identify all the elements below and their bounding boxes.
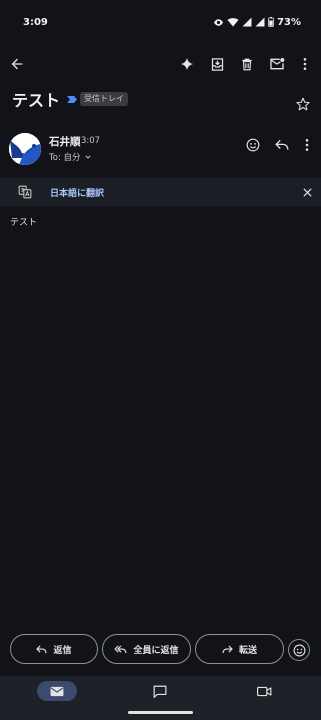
message-more-button[interactable] [295,133,319,157]
email-subject: テスト [12,91,61,110]
subject-row: テスト 受信トレイ [12,88,321,110]
reply-all-icon [114,645,127,653]
emoji-icon [246,138,260,152]
reply-icon [36,645,48,653]
signal-icon [242,17,252,27]
archive-button[interactable] [205,52,229,76]
star-icon [296,97,310,111]
message-time: 3:07 [81,136,101,146]
more-vert-icon [303,58,307,70]
nav-chat[interactable] [149,681,171,701]
translate-link[interactable]: 日本語に翻訳 [50,186,104,199]
sender-row: 石井順 3:07 To: 自分 [0,130,321,170]
message-body: テスト [10,218,38,228]
battery-percent: 73% [277,16,301,28]
reply-label: 返信 [53,645,72,656]
mark-unread-button[interactable] [265,52,289,76]
signal-icon-2 [255,17,265,27]
status-time: 3:09 [23,16,48,28]
star-button[interactable] [291,92,315,116]
reply-all-button[interactable]: 全員に返信 [102,634,191,664]
video-call-icon [256,686,271,696]
archive-icon [211,57,223,71]
gemini-button[interactable] [175,52,199,76]
home-indicator[interactable] [128,711,193,714]
avatar[interactable] [9,133,41,165]
close-translate-button[interactable] [295,180,319,204]
emoji-icon [293,644,305,656]
emoji-reaction-button[interactable] [288,639,310,661]
eye-icon [213,18,224,26]
chat-icon [153,685,167,698]
reply-button[interactable]: 返信 [10,634,98,664]
forward-icon [222,645,233,653]
nav-mail[interactable] [37,681,77,701]
importance-marker-icon[interactable] [66,95,78,104]
back-button[interactable] [5,52,29,76]
forward-label: 転送 [238,645,257,656]
reply-actions: 返信 全員に返信 転送 [0,634,321,668]
close-icon [302,187,312,197]
status-bar: 3:09 73% [0,0,321,44]
more-options-button[interactable] [293,52,317,76]
reply-all-label: 全員に返信 [133,645,179,656]
wifi-icon [227,18,239,27]
reply-icon [275,139,289,150]
avatar-image [9,133,41,165]
chevron-down-icon [84,155,91,159]
reply-icon-button[interactable] [270,133,294,157]
sparkle-icon [180,57,194,71]
arrow-left-icon [11,58,23,70]
more-vert-icon [305,139,309,151]
translate-icon [18,185,32,199]
delete-icon [242,58,252,70]
forward-button[interactable]: 転送 [195,634,284,664]
translate-bar: 日本語に翻訳 [0,178,321,206]
add-reaction-button[interactable] [241,133,265,157]
delete-button[interactable] [235,52,259,76]
sender-name[interactable]: 石井順 [49,134,81,149]
mark-unread-icon [270,58,285,70]
mail-icon [50,686,64,696]
status-icons: 73% [213,17,301,28]
battery-icon [268,17,274,27]
inbox-label-chip[interactable]: 受信トレイ [80,92,129,106]
nav-meet[interactable] [253,681,275,701]
message-toolbar [0,50,321,80]
recipient-text: To: 自分 [49,153,81,163]
recipient-toggle[interactable]: To: 自分 [49,151,92,163]
